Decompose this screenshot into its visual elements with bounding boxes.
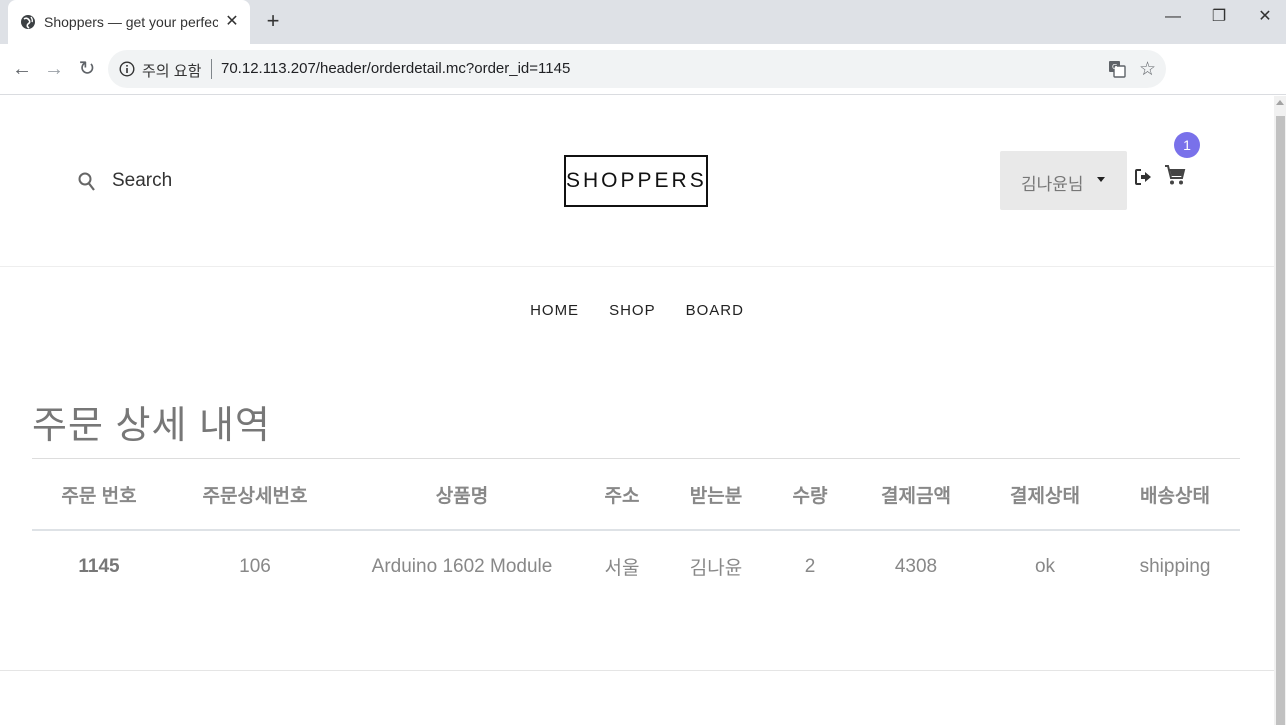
caret-down-icon: [1097, 177, 1105, 182]
address-bar[interactable]: 주의 요함 70.12.113.207/header/orderdetail.m…: [108, 50, 1166, 88]
column-header-payment-amount: 결제금액: [852, 459, 980, 531]
omnibox-divider: [211, 59, 212, 79]
nav-board[interactable]: BOARD: [686, 302, 744, 319]
column-header-recipient: 받는분: [664, 459, 768, 531]
column-header-product-name: 상품명: [344, 459, 580, 531]
cart-count-badge: 1: [1174, 132, 1200, 158]
nav-home[interactable]: HOME: [530, 302, 579, 319]
footer-divider: [0, 670, 1274, 671]
tab-title: Shoppers — get your perfect lo: [44, 14, 218, 30]
page-scrollbar[interactable]: [1274, 96, 1286, 725]
window-close-button[interactable]: ✕: [1250, 6, 1280, 28]
new-tab-button[interactable]: +: [262, 10, 284, 32]
bookmark-star-icon[interactable]: ☆: [1139, 58, 1156, 81]
cell-product-name: Arduino 1602 Module: [371, 555, 553, 577]
cell-quantity: 2: [804, 555, 816, 577]
nav-shop[interactable]: SHOP: [609, 302, 656, 319]
site-logo[interactable]: SHOPPERS: [564, 155, 708, 207]
security-label[interactable]: 주의 요함: [142, 60, 201, 81]
url-text[interactable]: 70.12.113.207/header/orderdetail.mc?orde…: [221, 60, 570, 77]
cell-recipient: 김나윤: [689, 558, 743, 579]
info-icon[interactable]: [119, 61, 135, 77]
cell-payment-amount: 4308: [894, 555, 938, 577]
scroll-up-arrow-icon[interactable]: [1276, 100, 1284, 105]
forward-button[interactable]: →: [42, 57, 66, 81]
tab-close-icon[interactable]: ✕: [224, 14, 240, 30]
cell-payment-status: ok: [1034, 555, 1056, 577]
header-divider: [0, 266, 1274, 267]
window-minimize-button[interactable]: —: [1158, 6, 1188, 28]
table-row: 1145 106 Arduino 1602 Module 서울 김나윤 2 43…: [32, 530, 1240, 602]
page-title: 주문 상세 내역: [32, 405, 271, 447]
reload-button[interactable]: ↻: [75, 57, 99, 81]
main-nav: HOME SHOP BOARD: [0, 302, 1274, 319]
cell-order-detail-number: 106: [239, 555, 271, 577]
tab-strip: Shoppers — get your perfect lo ✕ + — ❐ ✕: [0, 0, 1286, 44]
user-dropdown[interactable]: 김나윤님: [1000, 151, 1127, 210]
browser-toolbar: ← → ↻ 주의 요함 70.12.113.207/header/orderde…: [0, 44, 1286, 126]
column-header-address: 주소: [580, 459, 664, 531]
svg-text:G: G: [1112, 63, 1117, 71]
globe-icon: [21, 15, 35, 29]
search-input[interactable]: [112, 168, 272, 194]
cell-address: 서울: [604, 558, 640, 579]
column-header-payment-status: 결제상태: [980, 459, 1110, 531]
column-header-order-number: 주문 번호: [32, 459, 166, 531]
page-content: SHOPPERS 김나윤님 1 HOME SHOP BOARD 주문 상세 내역…: [0, 96, 1274, 725]
scrollbar-thumb[interactable]: [1276, 116, 1285, 725]
cell-shipping-status: shipping: [1139, 555, 1211, 577]
back-button[interactable]: ←: [10, 57, 34, 81]
column-header-shipping-status: 배송상태: [1110, 459, 1240, 531]
window-restore-button[interactable]: ❐: [1204, 6, 1234, 28]
column-header-order-detail-number: 주문상세번호: [166, 459, 344, 531]
browser-tab[interactable]: Shoppers — get your perfect lo ✕: [8, 0, 250, 44]
table-header-row: 주문 번호 주문상세번호 상품명 주소 받는분 수량 결제금액 결제상태 배송상…: [32, 459, 1240, 531]
user-name: 김나윤님: [1021, 175, 1084, 194]
cart-icon[interactable]: [1164, 164, 1186, 186]
order-detail-table: 주문 번호 주문상세번호 상품명 주소 받는분 수량 결제금액 결제상태 배송상…: [32, 459, 1240, 602]
cell-order-number: 1145: [78, 555, 120, 577]
translate-icon[interactable]: G: [1108, 60, 1126, 78]
logout-icon[interactable]: [1134, 168, 1152, 186]
search-icon[interactable]: [78, 172, 96, 192]
column-header-quantity: 수량: [768, 459, 852, 531]
